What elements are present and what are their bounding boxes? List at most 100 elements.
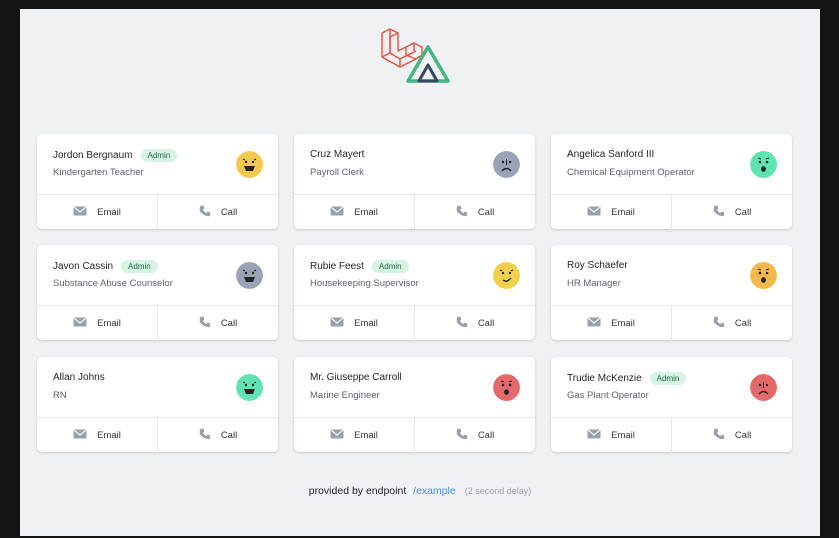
card-actions: Email Call bbox=[294, 417, 535, 453]
avatar bbox=[493, 151, 520, 178]
email-button[interactable]: Email bbox=[551, 306, 671, 341]
email-label: Email bbox=[611, 430, 635, 441]
contact-name: Cruz Mayert bbox=[310, 149, 365, 160]
mail-icon bbox=[330, 317, 344, 330]
mail-icon bbox=[73, 206, 87, 219]
call-label: Call bbox=[477, 207, 495, 218]
call-button[interactable]: Call bbox=[671, 418, 792, 453]
contact-role: HR Manager bbox=[567, 278, 621, 289]
email-button[interactable]: Email bbox=[37, 306, 157, 341]
email-label: Email bbox=[611, 207, 635, 218]
email-button[interactable]: Email bbox=[294, 306, 414, 341]
email-label: Email bbox=[97, 207, 121, 218]
logo bbox=[381, 28, 450, 83]
name-row: Angelica Sanford III bbox=[567, 149, 654, 160]
contact-role: Housekeeping Supervisor bbox=[310, 278, 419, 289]
contact-name: Trudie McKenzie bbox=[567, 373, 642, 384]
email-button[interactable]: Email bbox=[37, 195, 157, 230]
email-label: Email bbox=[354, 430, 378, 441]
call-label: Call bbox=[220, 207, 238, 218]
phone-icon bbox=[713, 205, 725, 220]
delay-note: (2 second delay) bbox=[464, 486, 532, 496]
email-button[interactable]: Email bbox=[294, 195, 414, 230]
contact-name: Jordon Bergnaum bbox=[53, 150, 133, 161]
card-header: Javon Cassin Admin Substance Abuse Counsel… bbox=[37, 245, 278, 305]
call-button[interactable]: Call bbox=[414, 306, 535, 341]
card-header: Angelica Sanford III Chemical Equipment O… bbox=[551, 134, 792, 194]
email-button[interactable]: Email bbox=[294, 418, 414, 453]
phone-icon bbox=[456, 316, 468, 331]
email-label: Email bbox=[97, 430, 121, 441]
avatar bbox=[750, 262, 777, 289]
call-button[interactable]: Call bbox=[157, 418, 278, 453]
card-header: Jordon Bergnaum Admin Kindergarten Teacher bbox=[37, 134, 278, 194]
endpoint-link[interactable]: /example bbox=[413, 485, 456, 497]
name-row: Jordon Bergnaum Admin bbox=[53, 149, 178, 162]
card-actions: Email Call bbox=[37, 194, 278, 230]
call-label: Call bbox=[477, 318, 495, 329]
contact-name: Angelica Sanford III bbox=[567, 149, 655, 160]
contact-name: Mr. Giuseppe Carroll bbox=[310, 372, 402, 383]
admin-badge: Admin bbox=[121, 260, 158, 273]
card-actions: Email Call bbox=[37, 305, 278, 341]
mail-icon bbox=[73, 317, 87, 330]
avatar bbox=[236, 262, 263, 289]
name-row: Rubie Feest Admin bbox=[310, 260, 409, 273]
mail-icon bbox=[330, 206, 344, 219]
call-button[interactable]: Call bbox=[414, 195, 535, 230]
contact-card: Angelica Sanford III Chemical Equipment O… bbox=[551, 134, 792, 230]
contact-name: Roy Schaefer bbox=[567, 260, 628, 271]
contact-card: Javon Cassin Admin Substance Abuse Counsel… bbox=[37, 245, 278, 341]
call-label: Call bbox=[734, 318, 752, 329]
email-label: Email bbox=[611, 318, 635, 329]
call-label: Call bbox=[220, 318, 238, 329]
contact-role: Payroll Clerk bbox=[310, 167, 364, 178]
mail-icon bbox=[330, 429, 344, 442]
card-header: Roy Schaefer HR Manager bbox=[551, 245, 792, 305]
contact-role: Gas Plant Operator bbox=[567, 390, 649, 401]
call-button[interactable]: Call bbox=[157, 195, 278, 230]
card-header: Mr. Giuseppe Carroll Marine Engineer bbox=[294, 357, 535, 417]
contact-role: Kindergarten Teacher bbox=[53, 167, 144, 178]
avatar bbox=[750, 151, 777, 178]
mail-icon bbox=[587, 206, 601, 219]
phone-icon bbox=[713, 428, 725, 443]
email-button[interactable]: Email bbox=[551, 195, 671, 230]
email-label: Email bbox=[354, 318, 378, 329]
contact-card: Jordon Bergnaum Admin Kindergarten Teacher… bbox=[37, 134, 278, 230]
name-row: Roy Schaefer bbox=[567, 260, 628, 271]
footer-text: provided by endpoint bbox=[308, 485, 407, 497]
card-header: Cruz Mayert Payroll Clerk bbox=[294, 134, 535, 194]
email-button[interactable]: Email bbox=[37, 418, 157, 453]
mail-icon bbox=[587, 317, 601, 330]
email-button[interactable]: Email bbox=[551, 418, 671, 453]
avatar bbox=[493, 374, 520, 401]
contact-name: Javon Cassin bbox=[53, 261, 114, 272]
card-actions: Email Call bbox=[551, 194, 792, 230]
page-container: Jordon Bergnaum Admin Kindergarten Teacher… bbox=[20, 9, 820, 536]
contact-role: Chemical Equipment Operator bbox=[567, 167, 695, 178]
call-button[interactable]: Call bbox=[671, 195, 792, 230]
phone-icon bbox=[713, 316, 725, 331]
avatar bbox=[750, 374, 777, 401]
contact-card: Trudie McKenzie Admin Gas Plant Operator Em… bbox=[551, 357, 792, 453]
contact-name: Allan Johns bbox=[53, 372, 105, 383]
call-button[interactable]: Call bbox=[157, 306, 278, 341]
card-actions: Email Call bbox=[551, 417, 792, 453]
avatar bbox=[493, 262, 520, 289]
name-row: Mr. Giuseppe Carroll bbox=[310, 372, 402, 383]
contact-card: Cruz Mayert Payroll Clerk Email Call bbox=[294, 134, 535, 230]
phone-icon bbox=[456, 205, 468, 220]
card-actions: Email Call bbox=[294, 305, 535, 341]
call-label: Call bbox=[734, 430, 752, 441]
name-row: Javon Cassin Admin bbox=[53, 260, 158, 273]
call-button[interactable]: Call bbox=[671, 306, 792, 341]
avatar bbox=[236, 151, 263, 178]
card-actions: Email Call bbox=[551, 305, 792, 341]
card-header: Trudie McKenzie Admin Gas Plant Operator bbox=[551, 357, 792, 417]
phone-icon bbox=[199, 316, 211, 331]
admin-badge: Admin bbox=[371, 260, 409, 273]
contact-name: Rubie Feest bbox=[310, 261, 364, 272]
call-button[interactable]: Call bbox=[414, 418, 535, 453]
admin-badge: Admin bbox=[140, 149, 178, 162]
